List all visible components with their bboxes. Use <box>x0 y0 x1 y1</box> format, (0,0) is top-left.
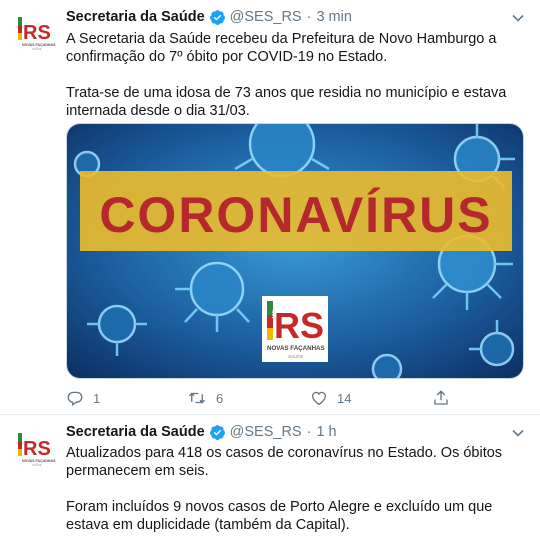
verified-badge-icon <box>209 9 226 26</box>
tweet[interactable]: RS NOVAS FAÇANHAS SAÚDE Secretaria da Sa… <box>0 0 540 415</box>
tweet-text: A Secretaria da Saúde recebeu da Prefeit… <box>66 30 526 120</box>
share-icon <box>434 390 448 405</box>
rs-novas-facanhas-logo: GOV RS NOVAS FAÇANHAS SAÚDE <box>262 296 328 362</box>
separator-dot: · <box>306 424 312 440</box>
separator-dot: · <box>306 9 312 25</box>
tweet-paragraph: Foram incluídos 9 novos casos de Porto A… <box>66 499 493 533</box>
retweet-count: 6 <box>216 390 224 406</box>
tweet-timestamp[interactable]: 3 min <box>316 9 351 25</box>
heart-icon <box>311 391 327 406</box>
chevron-down-icon[interactable] <box>510 425 526 441</box>
author-name[interactable]: Secretaria da Saúde <box>66 9 205 25</box>
svg-text:SAÚDE: SAÚDE <box>32 462 42 467</box>
svg-text:RS: RS <box>23 438 51 460</box>
retweet-button[interactable]: 6 <box>187 388 223 408</box>
retweet-icon <box>189 392 205 404</box>
reply-button[interactable]: 1 <box>66 388 100 408</box>
logo-letters: RS <box>274 305 324 346</box>
tweet-timestamp[interactable]: 1 h <box>316 424 336 440</box>
tweet-header: Secretaria da Saúde @SES_RS · 3 min <box>66 7 352 27</box>
rs-logo-icon: RS NOVAS FAÇANHAS SAÚDE <box>18 17 56 51</box>
svg-text:NOVAS FAÇANHAS: NOVAS FAÇANHAS <box>267 345 325 352</box>
tweet-paragraph: A Secretaria da Saúde recebeu da Prefeit… <box>66 31 497 65</box>
avatar[interactable]: RS NOVAS FAÇANHAS SAÚDE <box>12 425 61 474</box>
author-name[interactable]: Secretaria da Saúde <box>66 424 205 440</box>
verified-badge-icon <box>209 424 226 441</box>
like-button[interactable]: 14 <box>310 388 351 408</box>
author-handle[interactable]: @SES_RS <box>230 9 302 25</box>
like-count: 14 <box>337 390 352 406</box>
reply-count: 1 <box>93 390 101 406</box>
tweet-header: Secretaria da Saúde @SES_RS · 1 h <box>66 422 337 442</box>
tweet-actions: 1 6 14 <box>66 388 466 408</box>
tweet-paragraph: Atualizados para 418 os casos de coronav… <box>66 445 503 479</box>
tweet-text: Atualizados para 418 os casos de coronav… <box>66 444 526 534</box>
tweet-media-image[interactable]: CORONAVÍRUS GOV RS NOVAS FAÇANHAS SAÚDE <box>66 123 524 379</box>
rs-logo-icon: RS NOVAS FAÇANHAS SAÚDE <box>18 433 56 467</box>
coronavirus-banner-text: CORONAVÍRUS <box>99 187 492 243</box>
avatar-letters-r: RS <box>23 22 51 44</box>
author-handle[interactable]: @SES_RS <box>230 424 302 440</box>
tweet-paragraph: Trata-se de uma idosa de 73 anos que res… <box>66 85 507 119</box>
chevron-down-icon[interactable] <box>510 10 526 26</box>
svg-text:SAÚDE: SAÚDE <box>288 353 304 359</box>
reply-icon <box>67 391 83 407</box>
avatar[interactable]: RS NOVAS FAÇANHAS SAÚDE <box>12 9 61 58</box>
svg-text:SAÚDE: SAÚDE <box>32 46 42 51</box>
share-button[interactable] <box>432 388 450 408</box>
